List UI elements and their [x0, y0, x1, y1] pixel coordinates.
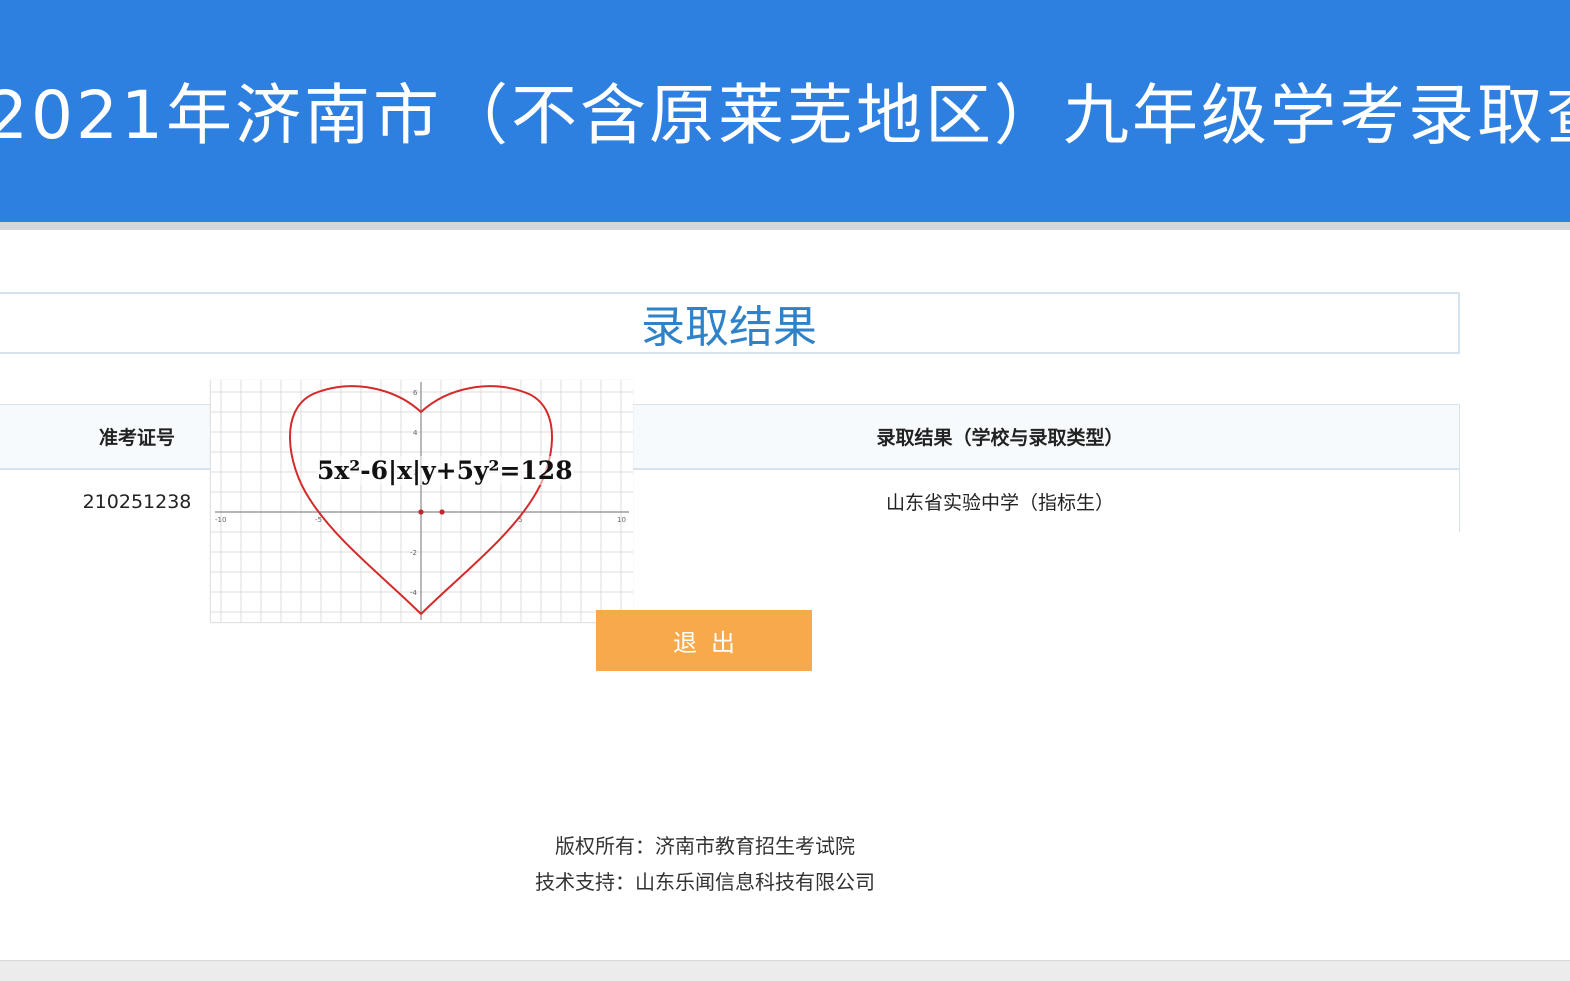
page: 2021年济南市（不含原莱芜地区）九年级学考录取查询 录取结果 准考证号 录取结… [0, 0, 1570, 981]
header-banner: 2021年济南市（不含原莱芜地区）九年级学考录取查询 [0, 0, 1570, 222]
page-title: 2021年济南市（不含原莱芜地区）九年级学考录取查询 [0, 77, 1570, 154]
footer-support: 技术支持：山东乐闻信息科技有限公司 [535, 870, 875, 894]
axes [215, 382, 629, 620]
heart-graph-overlay: -10 -5 5 10 6 4 2 -2 -4 5x²-6|x|y+5y²=12… [210, 380, 633, 623]
bottom-scroll-bar [0, 960, 1570, 981]
focus-point [439, 509, 445, 515]
heart-formula: 5x²-6|x|y+5y²=128 [317, 456, 573, 485]
tick-label: 4 [413, 429, 418, 437]
grid-lines [211, 380, 633, 622]
header-divider [0, 222, 1570, 230]
column-header-admission-result: 录取结果（学校与录取类型） [876, 427, 1124, 449]
admission-result-cell: 山东省实验中学（指标生） [885, 492, 1114, 514]
tick-label: -2 [410, 549, 417, 557]
footer-copyright: 版权所有：济南市教育招生考试院 [555, 834, 855, 858]
tick-label: -4 [410, 589, 418, 597]
tick-label: -5 [315, 516, 322, 524]
tick-label: 10 [617, 516, 626, 524]
footer: 版权所有：济南市教育招生考试院 技术支持：山东乐闻信息科技有限公司 [0, 828, 1410, 900]
tick-label: 6 [413, 389, 418, 397]
tick-label: -10 [215, 516, 226, 524]
logout-button[interactable]: 退出 [596, 610, 812, 671]
heart-graph-svg: -10 -5 5 10 6 4 2 -2 -4 [211, 380, 633, 622]
focus-point [418, 509, 424, 515]
result-title: 录取结果 [641, 302, 817, 353]
result-title-box: 录取结果 [0, 292, 1460, 354]
